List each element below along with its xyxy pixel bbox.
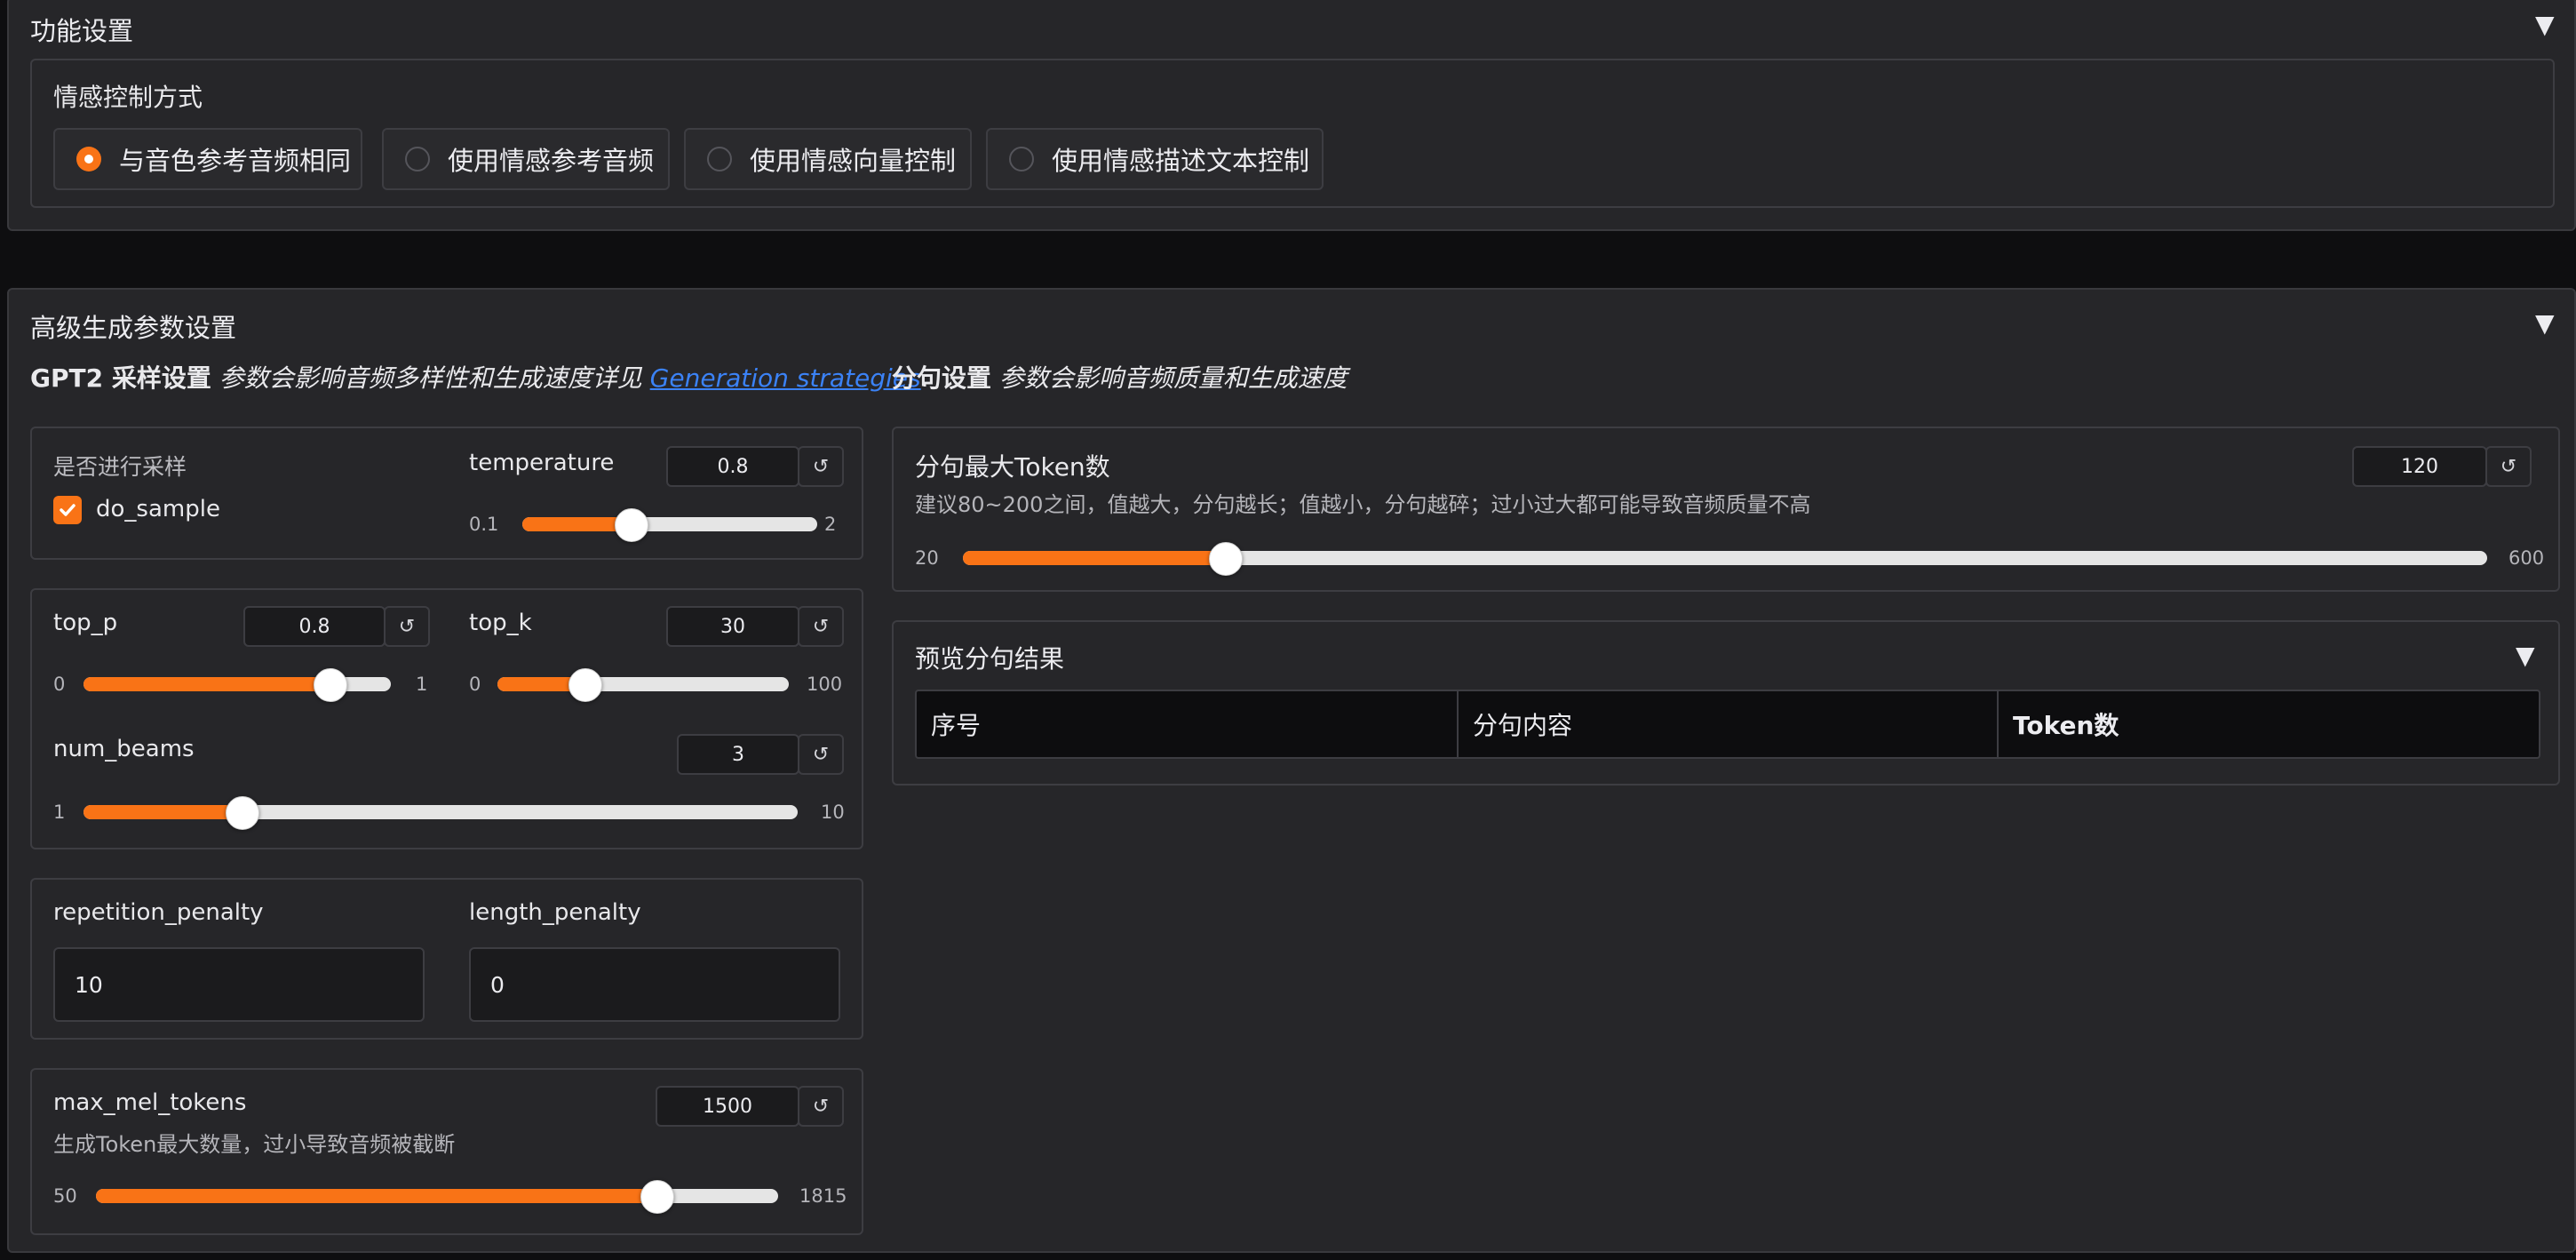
top-p-min: 0 bbox=[53, 674, 66, 695]
preview-sentences-title: 预览分句结果 bbox=[915, 644, 1065, 674]
slider-thumb[interactable] bbox=[226, 796, 260, 830]
top-p-reset-button[interactable]: ↺ bbox=[384, 606, 430, 647]
num-beams-slider[interactable] bbox=[83, 796, 798, 830]
max-tokens-per-sentence-label: 分句最大Token数 bbox=[915, 452, 1110, 482]
radio-label: 使用情感描述文本控制 bbox=[1052, 146, 1310, 176]
top-k-max: 100 bbox=[807, 674, 843, 695]
max-mel-tokens-hint: 生成Token最大数量，过小导致音频被截断 bbox=[53, 1132, 456, 1157]
radio-unselected-icon bbox=[405, 147, 430, 171]
num-beams-max: 10 bbox=[821, 801, 845, 823]
top-p-slider[interactable] bbox=[83, 668, 391, 702]
max-tokens-per-sentence-input[interactable]: 120 bbox=[2352, 446, 2487, 487]
penalties-box: repetition_penalty 10 length_penalty 0 bbox=[30, 878, 863, 1040]
radio-unselected-icon bbox=[707, 147, 732, 171]
max-tokens-per-sentence-hint: 建议80~200之间，值越大，分句越长；值越小，分句越碎；过小过大都可能导致音频… bbox=[915, 492, 1811, 517]
feature-settings-title: 功能设置 bbox=[30, 16, 134, 46]
num-beams-reset-button[interactable]: ↺ bbox=[798, 734, 844, 775]
emotion-option-vector[interactable]: 使用情感向量控制 bbox=[684, 128, 972, 190]
top-p-max: 1 bbox=[416, 674, 428, 695]
collapse-toggle-icon[interactable]: ▼ bbox=[2535, 311, 2555, 336]
beam-params-box: top_p 0.8 ↺ 0 1 top_k 30 ↺ 0 100 num_bea… bbox=[30, 588, 863, 849]
num-beams-input[interactable]: 3 bbox=[677, 734, 799, 775]
column-header-token-count: Token数 bbox=[2013, 711, 2119, 740]
max-mel-tokens-input[interactable]: 1500 bbox=[656, 1086, 799, 1127]
num-beams-min: 1 bbox=[53, 801, 66, 823]
column-header-content: 分句内容 bbox=[1459, 691, 1999, 757]
slider-thumb[interactable] bbox=[640, 1180, 674, 1214]
top-p-label: top_p bbox=[53, 610, 118, 636]
max-tokens-per-sentence-min: 20 bbox=[915, 547, 939, 569]
slider-thumb[interactable] bbox=[615, 508, 649, 542]
max-mel-tokens-max: 1815 bbox=[799, 1185, 847, 1207]
slider-thumb[interactable] bbox=[313, 668, 347, 702]
advanced-settings-panel: 高级生成参数设置 ▼ GPT2 采样设置 参数会影响音频多样性和生成速度详见 G… bbox=[7, 288, 2576, 1253]
emotion-control-label: 情感控制方式 bbox=[53, 83, 203, 112]
max-tokens-per-sentence-max: 600 bbox=[2508, 547, 2545, 569]
collapse-toggle-icon[interactable]: ▼ bbox=[2535, 12, 2555, 37]
max-tokens-per-sentence-box: 分句最大Token数 建议80~200之间，值越大，分句越长；值越小，分句越碎；… bbox=[892, 427, 2560, 592]
top-k-slider[interactable] bbox=[497, 668, 789, 702]
top-k-reset-button[interactable]: ↺ bbox=[798, 606, 844, 647]
max-mel-tokens-slider[interactable] bbox=[96, 1180, 778, 1214]
advanced-settings-title: 高级生成参数设置 bbox=[30, 313, 237, 343]
collapse-toggle-icon[interactable]: ▼ bbox=[2516, 643, 2535, 668]
slider-fill bbox=[96, 1189, 656, 1203]
emotion-control-group: 情感控制方式 与音色参考音频相同 使用情感参考音频 使用情感向量控制 使用情感描… bbox=[30, 59, 2555, 208]
gpt2-header-italic: 参数会影响音频多样性和生成速度详见 bbox=[219, 363, 642, 393]
sentence-header-bold: 分句设置 bbox=[892, 363, 992, 393]
max-mel-tokens-label: max_mel_tokens bbox=[53, 1089, 247, 1116]
column-header-index: 序号 bbox=[917, 691, 1459, 757]
do-sample-checkbox[interactable] bbox=[53, 496, 82, 524]
slider-thumb[interactable] bbox=[568, 668, 603, 702]
temperature-slider[interactable] bbox=[522, 508, 817, 542]
top-k-input[interactable]: 30 bbox=[666, 606, 799, 647]
gpt2-header-bold: GPT2 采样设置 bbox=[30, 363, 211, 393]
generation-strategies-link[interactable]: Generation strategies bbox=[650, 363, 921, 393]
length-penalty-input[interactable]: 0 bbox=[469, 947, 840, 1022]
gpt2-sampling-header: GPT2 采样设置 参数会影响音频多样性和生成速度详见 Generation s… bbox=[30, 359, 929, 395]
top-k-min: 0 bbox=[469, 674, 481, 695]
max-tokens-per-sentence-reset-button[interactable]: ↺ bbox=[2485, 446, 2532, 487]
radio-unselected-icon bbox=[1009, 147, 1034, 171]
max-mel-tokens-box: max_mel_tokens 生成Token最大数量，过小导致音频被截断 150… bbox=[30, 1068, 863, 1235]
temperature-reset-button[interactable]: ↺ bbox=[798, 446, 844, 487]
slider-fill bbox=[963, 551, 1226, 565]
preview-table-header: 序号 分句内容 Token数 bbox=[915, 690, 2540, 759]
emotion-option-text-description[interactable]: 使用情感描述文本控制 bbox=[986, 128, 1324, 190]
do-sample-label: do_sample bbox=[96, 496, 220, 522]
temperature-label: temperature bbox=[469, 450, 615, 476]
temperature-input[interactable]: 0.8 bbox=[666, 446, 799, 487]
slider-thumb[interactable] bbox=[1209, 542, 1244, 576]
slider-fill bbox=[83, 805, 242, 819]
radio-label: 使用情感向量控制 bbox=[750, 146, 957, 176]
do-sample-group-label: 是否进行采样 bbox=[53, 454, 187, 480]
length-penalty-label: length_penalty bbox=[469, 899, 641, 926]
repetition-penalty-label: repetition_penalty bbox=[53, 899, 264, 926]
num-beams-label: num_beams bbox=[53, 736, 195, 762]
radio-selected-icon bbox=[76, 147, 101, 171]
radio-label: 使用情感参考音频 bbox=[448, 146, 655, 176]
radio-label: 与音色参考音频相同 bbox=[119, 146, 352, 176]
max-tokens-per-sentence-slider[interactable] bbox=[963, 542, 2487, 576]
sampling-box: 是否进行采样 do_sample temperature 0.8 ↺ 0.1 2 bbox=[30, 427, 863, 560]
check-icon bbox=[60, 504, 76, 516]
sentence-settings-header: 分句设置 参数会影响音频质量和生成速度 bbox=[892, 359, 1348, 395]
top-p-input[interactable]: 0.8 bbox=[243, 606, 386, 647]
max-mel-tokens-reset-button[interactable]: ↺ bbox=[798, 1086, 844, 1127]
temperature-max: 2 bbox=[824, 514, 837, 535]
feature-settings-panel: 功能设置 ▼ 情感控制方式 与音色参考音频相同 使用情感参考音频 使用情感向量控… bbox=[7, 0, 2576, 231]
top-k-label: top_k bbox=[469, 610, 532, 636]
max-mel-tokens-min: 50 bbox=[53, 1185, 77, 1207]
preview-sentences-box: 预览分句结果 ▼ 序号 分句内容 Token数 bbox=[892, 620, 2560, 786]
sentence-header-italic: 参数会影响音频质量和生成速度 bbox=[998, 363, 1348, 393]
temperature-min: 0.1 bbox=[469, 514, 499, 535]
emotion-option-reference-audio[interactable]: 使用情感参考音频 bbox=[382, 128, 670, 190]
slider-fill bbox=[83, 677, 330, 691]
repetition-penalty-input[interactable]: 10 bbox=[53, 947, 425, 1022]
emotion-option-same-as-timbre[interactable]: 与音色参考音频相同 bbox=[53, 128, 362, 190]
